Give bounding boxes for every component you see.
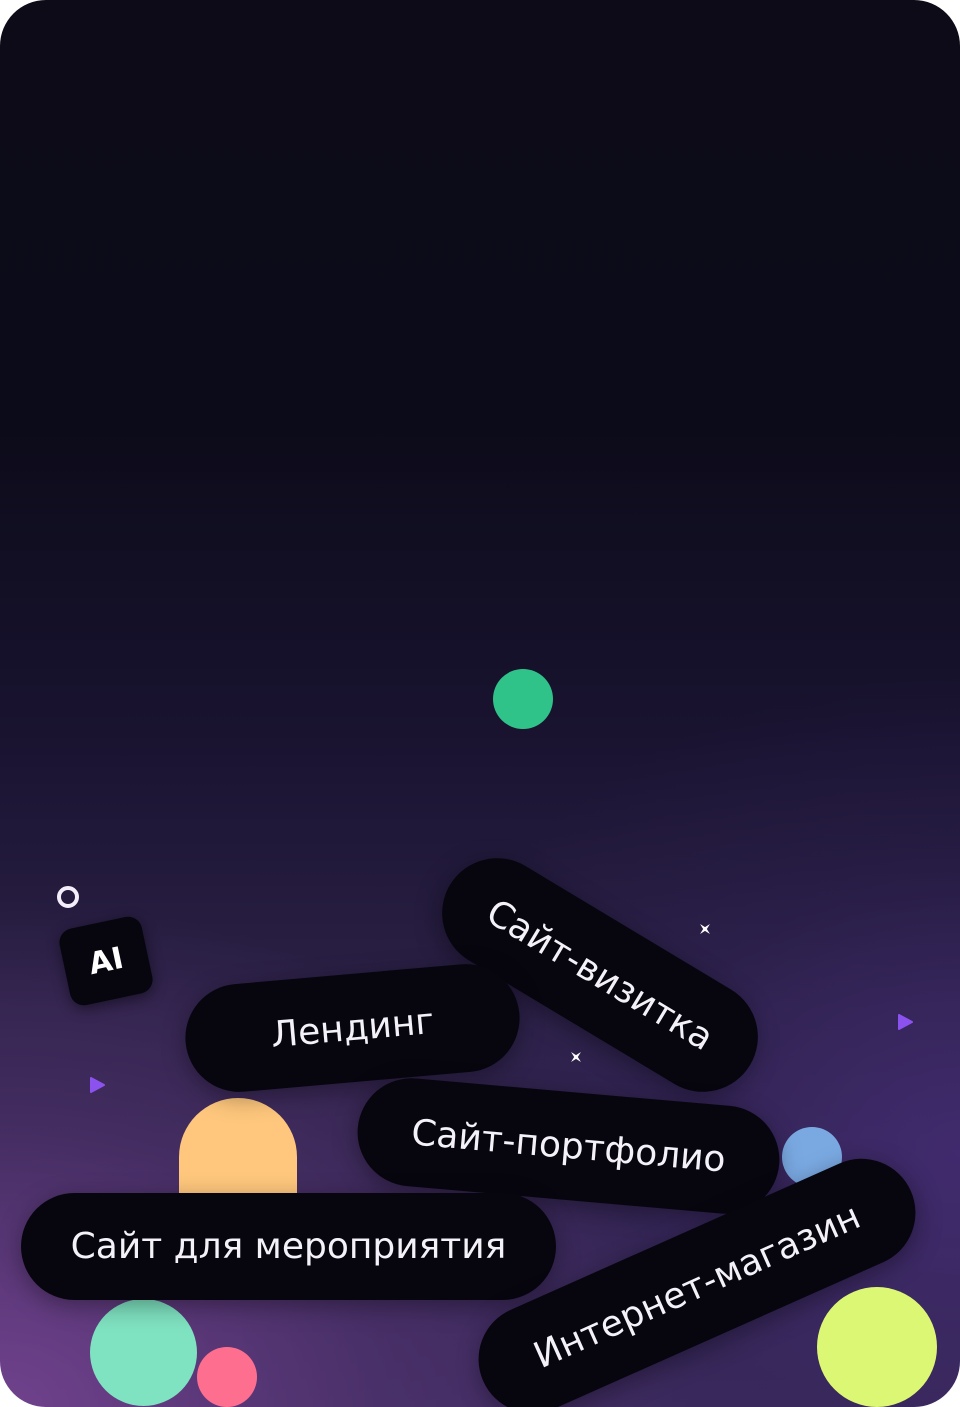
sparkle-icon [698, 922, 712, 936]
tag-event[interactable]: Сайт для мероприятия [21, 1193, 556, 1300]
ring-icon [57, 886, 79, 908]
tag-landing[interactable]: Лендинг [180, 959, 525, 1097]
tag-event-label: Сайт для мероприятия [70, 1226, 507, 1267]
pink-circle [197, 1347, 257, 1407]
sparkle-icon [569, 1050, 583, 1064]
tag-landing-label: Лендинг [269, 1000, 436, 1056]
tag-shop-label: Интернет-магазин [527, 1195, 867, 1377]
lime-circle [817, 1287, 937, 1407]
triangle-icon [88, 1076, 106, 1094]
ai-badge-label: AI [85, 940, 127, 982]
triangle-icon [896, 1013, 914, 1031]
orange-arch-shape [179, 1098, 297, 1198]
hero-card: AI Сайт-визитка Лендинг Сайт-портфолио С… [0, 0, 960, 1407]
tag-portfolio-label: Сайт-портфолио [409, 1111, 728, 1181]
mint-circle [90, 1299, 197, 1406]
ai-badge: AI [56, 914, 156, 1008]
green-circle [493, 669, 553, 729]
